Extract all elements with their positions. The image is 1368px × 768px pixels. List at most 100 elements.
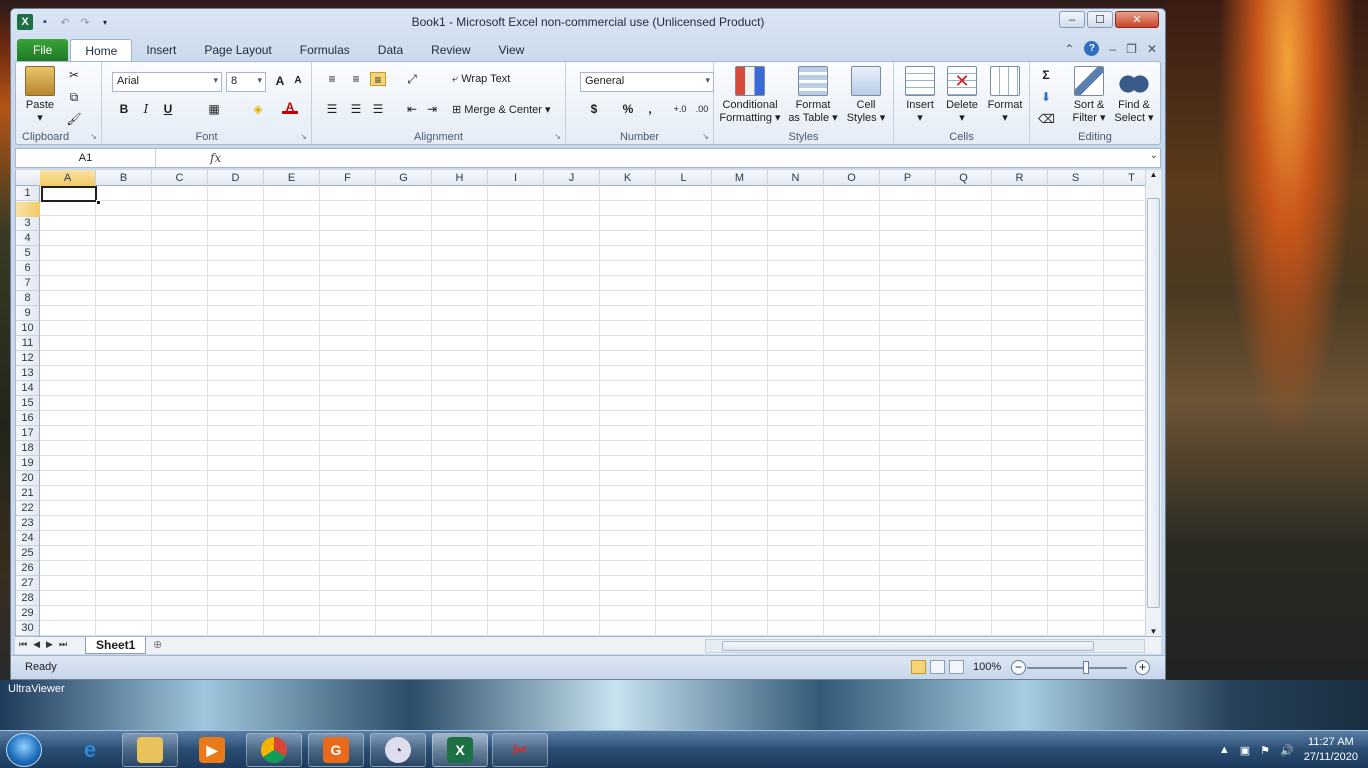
column-header-c[interactable]: C [152,170,208,186]
row-header-19[interactable]: 19 [16,456,39,471]
cell-styles-button[interactable]: Cell Styles ▾ [844,66,888,125]
cut-icon[interactable]: ✂ [66,68,82,82]
taskbar-media-player[interactable]: ▶ [184,733,240,767]
column-header-l[interactable]: L [656,170,712,186]
row-header-17[interactable]: 17 [16,426,39,441]
insert-sheet-icon[interactable]: ⊕ [153,638,162,651]
row-header-5[interactable]: 5 [16,246,39,261]
increase-indent-icon[interactable]: ⇥ [424,102,440,116]
network-icon[interactable]: ⚑ [1260,744,1270,757]
maximize-button[interactable]: ☐ [1087,11,1113,28]
column-header-s[interactable]: S [1048,170,1104,186]
column-header-t[interactable]: T [1104,170,1145,186]
conditional-formatting-button[interactable]: Conditional Formatting ▾ [718,66,782,125]
zoom-in-button[interactable]: + [1135,660,1150,675]
tab-file[interactable]: File [17,39,69,61]
taskbar-snipping[interactable]: ✂ [492,733,548,767]
format-painter-icon[interactable]: 🖌 [66,112,82,126]
number-launcher-icon[interactable]: ↘ [702,132,709,141]
column-header-d[interactable]: D [208,170,264,186]
clock[interactable]: 11:27 AM 27/11/2020 [1304,735,1358,765]
font-launcher-icon[interactable]: ↘ [300,132,307,141]
first-sheet-icon[interactable]: ⏮ [19,639,27,650]
row-header-1[interactable]: 1 [16,186,39,201]
page-layout-view-button[interactable] [930,660,945,674]
row-header-14[interactable]: 14 [16,381,39,396]
column-header-i[interactable]: I [488,170,544,186]
last-sheet-icon[interactable]: ⏭ [59,639,67,650]
decrease-indent-icon[interactable]: ⇤ [404,102,420,116]
normal-view-button[interactable] [911,660,926,674]
zoom-slider-knob[interactable] [1083,661,1089,674]
font-size-dropdown[interactable]: 8 [226,72,266,92]
tab-page-layout[interactable]: Page Layout [190,39,285,61]
find-select-button[interactable]: Find & Select ▾ [1112,66,1156,125]
column-header-p[interactable]: P [880,170,936,186]
next-sheet-icon[interactable]: ▶ [46,639,53,650]
row-header-3[interactable]: 3 [16,216,39,231]
taskbar-ie[interactable]: e [62,733,118,767]
active-cell[interactable] [41,186,97,202]
fill-color-icon[interactable]: ◈ [250,102,266,116]
sort-filter-button[interactable]: Sort & Filter ▾ [1068,66,1110,125]
column-header-o[interactable]: O [824,170,880,186]
row-header-28[interactable]: 28 [16,591,39,606]
clear-icon[interactable]: ⌫ [1038,112,1055,126]
fill-handle[interactable] [96,200,101,205]
sheet-tab[interactable]: Sheet1 [85,637,147,654]
taskbar-excel[interactable]: X [432,733,488,767]
increase-decimal-icon[interactable]: +.0 [672,102,688,116]
volume-icon[interactable]: 🔊 [1280,744,1294,757]
column-header-q[interactable]: Q [936,170,992,186]
column-header-m[interactable]: M [712,170,768,186]
column-header-n[interactable]: N [768,170,824,186]
horizontal-scrollbar[interactable] [705,639,1145,653]
delete-cells-button[interactable]: ✕ Delete ▾ [942,66,982,125]
name-box[interactable]: A1 [16,149,156,167]
tab-formulas[interactable]: Formulas [286,39,364,61]
help-icon[interactable]: ? [1084,41,1100,56]
row-header-15[interactable]: 15 [16,396,39,411]
scroll-up-icon[interactable]: ▲ [1146,170,1161,179]
row-header-20[interactable]: 20 [16,471,39,486]
vertical-scrollbar[interactable]: ▲ ▼ [1145,170,1161,636]
horizontal-scroll-thumb[interactable] [722,641,1094,651]
column-header-j[interactable]: J [544,170,600,186]
scroll-down-icon[interactable]: ▼ [1146,627,1161,636]
collapse-ribbon-icon[interactable]: ⌃ [1064,42,1074,56]
prev-sheet-icon[interactable]: ◀ [33,639,40,650]
insert-function-icon[interactable]: fx [210,151,221,165]
align-middle-icon[interactable]: ≡ [348,72,364,86]
row-header-26[interactable]: 26 [16,561,39,576]
format-cells-button[interactable]: Format ▾ [984,66,1026,125]
workbook-restore-icon[interactable]: ❐ [1126,42,1137,56]
page-break-view-button[interactable] [949,660,964,674]
tab-review[interactable]: Review [417,39,484,61]
column-header-k[interactable]: K [600,170,656,186]
tab-home[interactable]: Home [70,39,133,61]
row-header-21[interactable]: 21 [16,486,39,501]
workbook-close-icon[interactable]: ✕ [1147,42,1157,56]
start-button[interactable] [6,733,42,767]
fill-icon[interactable]: ⬇ [1038,90,1054,104]
bold-button[interactable]: B [116,102,132,116]
paste-button[interactable]: Paste ▾ [20,66,60,125]
taskbar-explorer[interactable] [122,733,178,767]
copy-icon[interactable]: ⧉ [66,90,82,104]
underline-button[interactable]: U [160,102,176,116]
row-header-8[interactable]: 8 [16,291,39,306]
taskbar-foxit[interactable]: G [308,733,364,767]
column-header-e[interactable]: E [264,170,320,186]
number-format-dropdown[interactable]: General [580,72,714,92]
row-header-23[interactable]: 23 [16,516,39,531]
clipboard-launcher-icon[interactable]: ↘ [90,132,97,141]
row-header-11[interactable]: 11 [16,336,39,351]
row-header-29[interactable]: 29 [16,606,39,621]
row-header-25[interactable]: 25 [16,546,39,561]
tab-data[interactable]: Data [364,39,417,61]
row-header-4[interactable]: 4 [16,231,39,246]
taskbar-chrome[interactable] [246,733,302,767]
align-right-icon[interactable]: ☰ [370,102,386,116]
row-header-30[interactable]: 30 [16,621,39,636]
grow-font-icon[interactable]: A [272,74,288,88]
